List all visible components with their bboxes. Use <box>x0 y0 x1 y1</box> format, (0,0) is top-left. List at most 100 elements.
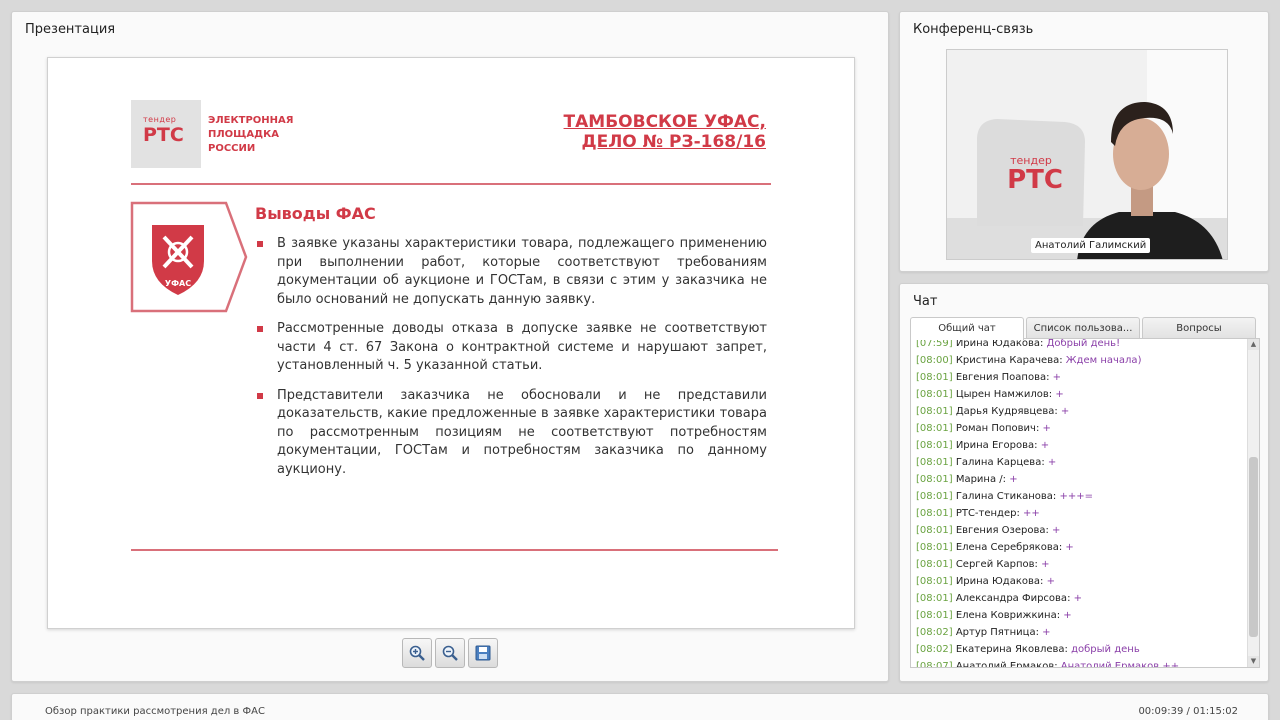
chat-message: [08:01] Марина /: + <box>916 471 1246 488</box>
case-title-line: ДЕЛО № РЗ-168/16 <box>581 132 766 152</box>
message-text: + <box>1009 474 1018 485</box>
message-user: Дарья Кудрявцева: <box>955 406 1058 417</box>
chat-message-list: [07:59] Ирина Юдакова: Добрый день! [08:0… <box>916 338 1246 668</box>
chat-message: [08:01] Александра Фирсова: + <box>916 590 1246 607</box>
zoom-out-icon <box>442 645 458 661</box>
message-text: + <box>1063 610 1072 621</box>
emblem-frame-icon: УФАС <box>130 201 248 313</box>
message-text: Анатолий Ермаков ++ <box>1060 661 1180 668</box>
chat-message: [08:01] Ирина Егорова: + <box>916 437 1246 454</box>
playback-time: 00:09:39 / 01:15:02 <box>1138 706 1238 717</box>
chat-title: Чат <box>913 294 938 309</box>
scroll-up-icon[interactable]: ▲ <box>1248 339 1259 350</box>
bullet-item: В заявке указаны характеристики товара, … <box>255 235 767 309</box>
message-time: [08:02] <box>916 627 953 638</box>
chat-message: [08:01] Ирина Юдакова: + <box>916 573 1246 590</box>
message-user: Цырен Намжилов: <box>955 389 1053 400</box>
chat-message: [08:01] Дарья Кудрявцева: + <box>916 403 1246 420</box>
message-text: добрый день <box>1071 644 1140 655</box>
speaker-video-icon: тендер РТС <box>947 50 1227 259</box>
message-user: Артур Пятница: <box>955 627 1039 638</box>
zoom-in-icon <box>409 645 425 661</box>
bullet-item: Представители заказчика не обосновали и … <box>255 387 767 480</box>
message-text: + <box>1046 576 1055 587</box>
message-time: [08:00] <box>916 355 953 366</box>
logo-caption-line: РОССИИ <box>208 143 256 154</box>
chat-message: [08:02] Екатерина Яковлева: добрый день <box>916 641 1246 658</box>
chat-message: [07:59] Ирина Юдакова: Добрый день! <box>916 338 1246 352</box>
message-text: Добрый день! <box>1046 338 1121 349</box>
video-feed[interactable]: тендер РТС Анатолий Галимский <box>946 49 1228 260</box>
message-user: Евгения Озерова: <box>955 525 1049 536</box>
chat-message: [08:01] Роман Попович: + <box>916 420 1246 437</box>
zoom-out-button[interactable] <box>435 638 465 668</box>
message-user: Ирина Юдакова: <box>955 576 1044 587</box>
message-time: [08:02] <box>916 644 953 655</box>
chat-message: [08:00] Кристина Карачева: Ждем начала) <box>916 352 1246 369</box>
message-time: [08:01] <box>916 576 953 587</box>
slide-divider-top <box>131 183 771 185</box>
slide-divider-bottom <box>131 549 778 551</box>
tab-user-list[interactable]: Список пользова... <box>1026 317 1140 339</box>
message-user: Евгения Поапова: <box>955 372 1050 383</box>
message-user: Елена Серебрякова: <box>955 542 1063 553</box>
chat-message: [08:01] Евгения Поапова: + <box>916 369 1246 386</box>
case-title: ТАМБОВСКОЕ УФАС, ДЕЛО № РЗ-168/16 <box>564 112 766 152</box>
message-time: [08:01] <box>916 406 953 417</box>
scroll-down-icon[interactable]: ▼ <box>1248 656 1259 667</box>
webinar-title: Обзор практики рассмотрения дел в ФАС <box>45 706 265 717</box>
bullet-list: В заявке указаны характеристики товара, … <box>255 235 767 490</box>
message-user: Александра Фирсова: <box>955 593 1071 604</box>
message-user: Сергей Карпов: <box>955 559 1038 570</box>
chat-messages[interactable]: [07:59] Ирина Юдакова: Добрый день! [08:0… <box>910 338 1260 668</box>
message-text: Ждем начала) <box>1065 355 1142 366</box>
chat-message: [08:01] РТС-тендер: ++ <box>916 505 1246 522</box>
message-user: Анатолий Ермаков: <box>955 661 1058 668</box>
message-time: [08:01] <box>916 423 953 434</box>
save-button[interactable] <box>468 638 498 668</box>
section-title: Выводы ФАС <box>255 204 376 223</box>
message-text: + <box>1060 406 1070 417</box>
chat-panel: Чат Общий чат Список пользова... Вопросы… <box>899 283 1269 682</box>
logo-caption-line: ПЛОЩАДКА <box>208 129 279 140</box>
tab-questions[interactable]: Вопросы <box>1142 317 1256 339</box>
chat-message: [08:01] Сергей Карпов: + <box>916 556 1246 573</box>
message-time: [08:01] <box>916 542 953 553</box>
rts-logo: тендер РТС <box>131 100 201 168</box>
message-user: Екатерина Яковлева: <box>955 644 1068 655</box>
message-text: +++= <box>1059 491 1093 502</box>
message-text: + <box>1073 593 1083 604</box>
presentation-title: Презентация <box>25 22 116 37</box>
message-user: Ирина Егорова: <box>955 440 1038 451</box>
case-title-line: ТАМБОВСКОЕ УФАС, <box>563 112 766 132</box>
message-time: [08:01] <box>916 389 953 400</box>
logo-big-text: РТС <box>143 124 184 146</box>
message-time: [08:01] <box>916 440 953 451</box>
message-time: [08:01] <box>916 372 953 383</box>
conference-title: Конференц-связь <box>913 22 1034 37</box>
message-text: + <box>1042 423 1051 434</box>
message-time: [08:01] <box>916 491 953 502</box>
message-text: + <box>1065 542 1074 553</box>
chat-tabs: Общий чат Список пользова... Вопросы <box>910 317 1256 340</box>
message-time: [08:01] <box>916 610 953 621</box>
chat-message: [08:01] Евгения Озерова: + <box>916 522 1246 539</box>
message-time: [08:01] <box>916 474 953 485</box>
tab-general-chat[interactable]: Общий чат <box>910 317 1024 340</box>
zoom-in-button[interactable] <box>402 638 432 668</box>
chat-message: [08:01] Елена Серебрякова: + <box>916 539 1246 556</box>
message-time: [08:07] <box>916 661 953 668</box>
message-user: Галина Карцева: <box>955 457 1045 468</box>
message-user: Елена Коврижкина: <box>955 610 1061 621</box>
scroll-thumb[interactable] <box>1249 457 1258 637</box>
footer-bar: Обзор практики рассмотрения дел в ФАС 00… <box>11 693 1269 720</box>
message-time: [08:01] <box>916 559 953 570</box>
chat-message: [08:07] Анатолий Ермаков: Анатолий Ермак… <box>916 658 1246 668</box>
message-user: Кристина Карачева: <box>955 355 1063 366</box>
chat-scrollbar[interactable]: ▲ ▼ <box>1247 339 1259 667</box>
slide: тендер РТС ЭЛЕКТРОННАЯ ПЛОЩАДКА РОССИИ Т… <box>47 57 855 629</box>
message-user: РТС-тендер: <box>955 508 1020 519</box>
chat-message: [08:01] Галина Стиканова: +++= <box>916 488 1246 505</box>
message-time: [08:01] <box>916 525 953 536</box>
message-text: + <box>1040 440 1050 451</box>
